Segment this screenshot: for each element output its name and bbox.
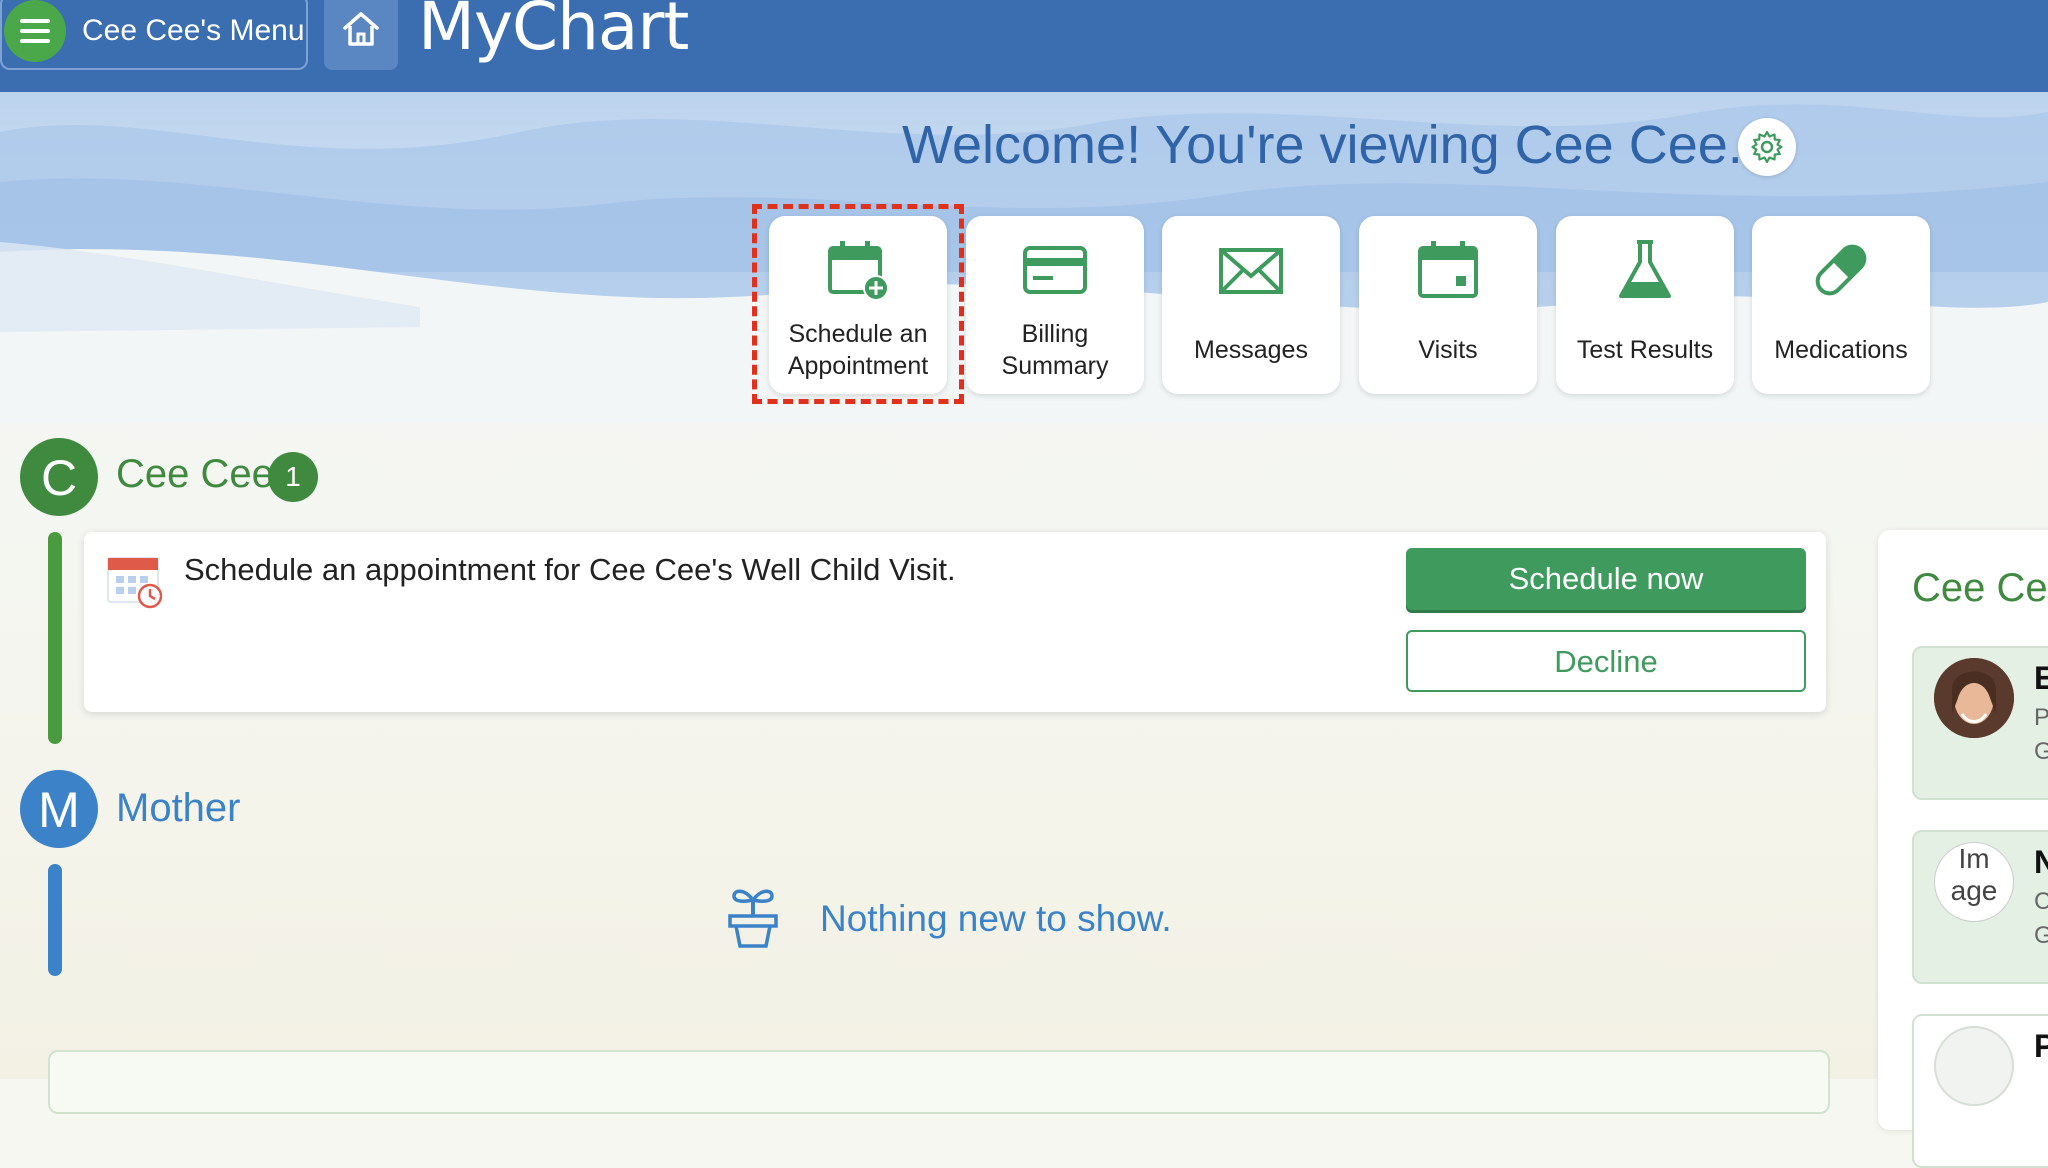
home-icon [343,12,379,46]
provider-role: P [2034,704,2048,731]
personalize-settings-button[interactable] [1738,118,1796,176]
tile-label: Messages [1194,336,1308,364]
tile-test-results[interactable]: Test Results [1556,216,1734,394]
menu-label: Cee Cee's Menu [82,14,305,47]
calendar-clock-icon [107,557,163,609]
home-button[interactable] [324,0,398,70]
tile-billing-summary[interactable]: Billing Summary [966,216,1144,394]
patient-timeline-bar [48,532,62,744]
provider-department: G [2034,922,2048,949]
top-navigation-bar: Cee Cee's Menu MyChart [0,0,2048,92]
calendar-icon [1418,241,1478,298]
mother-avatar: M [20,770,98,848]
well-child-visit-card: Schedule an appointment for Cee Cee's We… [84,532,1826,712]
provider-role: C [2034,888,2048,915]
tile-medications[interactable]: Medications [1752,216,1930,394]
mother-name[interactable]: Mother [116,786,241,831]
provider-card[interactable]: E P G [1912,646,2048,800]
provider-photo-placeholder: Im age [1934,842,2014,922]
welcome-heading: Welcome! You're viewing Cee Cee. [902,115,1743,175]
provider-photo [1934,658,2014,738]
tile-label-line2: Summary [1001,352,1109,380]
tile-label: Medications [1774,336,1908,364]
notification-count-badge: 1 [268,452,318,502]
tile-messages[interactable]: Messages [1162,216,1340,394]
gear-icon [1751,130,1783,164]
envelope-icon [1219,248,1283,294]
tile-label-line1: Billing [1021,320,1089,348]
patient-avatar: C [20,438,98,516]
pill-icon [1815,244,1867,296]
menu-button[interactable]: Cee Cee's Menu [0,0,308,70]
provider-photo-placeholder [1934,1026,2014,1106]
decline-button[interactable]: Decline [1406,630,1806,692]
credit-card-icon [1023,246,1087,294]
provider-name: P [2034,1028,2048,1064]
provider-card[interactable]: Im age N C G [1912,830,2048,984]
card-message: Schedule an appointment for Cee Cee's We… [184,552,956,587]
provider-name: E [2034,660,2048,696]
schedule-now-button[interactable]: Schedule now [1406,548,1806,610]
image-alt-text-line2: age [1950,875,1998,906]
tile-label: Test Results [1576,336,1714,364]
provider-card[interactable]: P [1912,1014,2048,1168]
mychart-logo[interactable]: MyChart [418,0,689,65]
image-alt-text-line1: Im [1958,843,1990,874]
tile-label: Visits [1418,336,1478,364]
provider-name: N [2034,844,2048,880]
tile-visits[interactable]: Visits [1359,216,1537,394]
provider-department: G [2034,738,2048,765]
empty-state-text: Nothing new to show. [820,898,1172,939]
care-team-title: Cee Cee [1912,566,2048,610]
hamburger-icon [4,0,66,62]
plant-icon [728,889,778,948]
mother-timeline-bar [48,864,62,976]
highlight-annotation-box [752,204,964,404]
flask-icon [1619,240,1671,298]
next-feed-card [48,1050,1830,1114]
patient-name[interactable]: Cee Cee [116,452,274,497]
care-team-panel: Cee Cee E P G Im age N C G P [1878,530,2048,1168]
